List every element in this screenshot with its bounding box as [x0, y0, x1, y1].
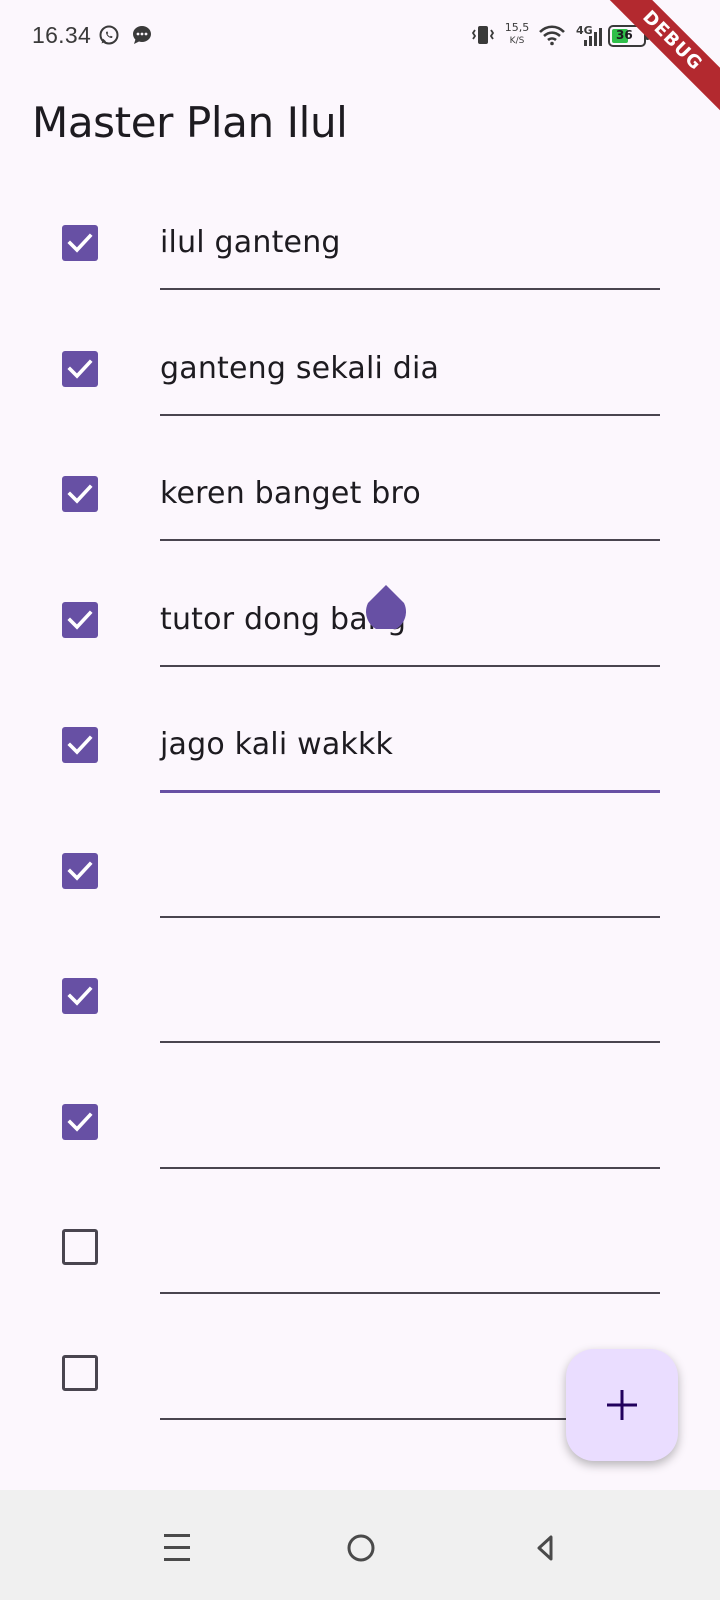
- task-checkbox[interactable]: [62, 1103, 98, 1140]
- back-icon: [537, 1535, 553, 1561]
- task-field-underline: [160, 288, 660, 290]
- task-row: ganteng sekali dia: [0, 306, 720, 432]
- task-field-underline: [160, 915, 660, 918]
- task-checkbox[interactable]: [62, 601, 98, 638]
- task-checkbox[interactable]: [62, 476, 98, 512]
- task-row: [0, 933, 720, 1059]
- task-row: [0, 1059, 720, 1185]
- task-row: keren banget bro: [0, 431, 720, 557]
- task-checkbox[interactable]: [62, 852, 98, 889]
- task-field-underline: [160, 413, 660, 416]
- back-button[interactable]: [508, 1510, 578, 1580]
- check-icon: [67, 860, 93, 881]
- task-text-field[interactable]: jago kali wakkk: [160, 727, 660, 762]
- check-icon: [67, 358, 93, 379]
- add-task-button[interactable]: [566, 1349, 678, 1461]
- task-field-underline: [160, 664, 660, 667]
- task-row: ilul ganteng: [0, 180, 720, 306]
- task-text-field[interactable]: ganteng sekali dia: [160, 351, 660, 386]
- home-button[interactable]: [326, 1510, 396, 1580]
- task-checkbox[interactable]: [62, 350, 98, 387]
- status-bar: 16.34 15,5 K/S 4G 36: [0, 0, 720, 72]
- task-field-underline: [160, 790, 660, 793]
- task-checkbox[interactable]: [62, 727, 98, 763]
- system-nav-bar: [0, 1490, 720, 1600]
- net-speed-unit: K/S: [509, 36, 525, 46]
- check-icon: [67, 735, 93, 755]
- task-row: tutor dong bang: [0, 557, 720, 683]
- net-speed-value: 15,5: [504, 21, 530, 34]
- task-row: jago kali wakkk: [0, 682, 720, 808]
- whatsapp-icon: [98, 24, 120, 46]
- check-icon: [67, 986, 93, 1006]
- check-icon: [67, 233, 93, 253]
- task-field-underline: [160, 1041, 660, 1043]
- check-icon: [67, 484, 93, 504]
- text-cursor-handle[interactable]: [364, 585, 408, 632]
- vibrate-icon: [470, 24, 496, 51]
- message-bubble-icon: [131, 24, 153, 46]
- task-row: [0, 1184, 720, 1310]
- status-time: 16.34: [32, 22, 92, 48]
- recents-button[interactable]: [142, 1510, 212, 1580]
- task-text-field[interactable]: keren banget bro: [160, 476, 660, 511]
- task-field-underline: [160, 1166, 660, 1169]
- recents-icon: [164, 1534, 190, 1561]
- app-screen: 16.34 15,5 K/S 4G 36 DEBUG Master Plan I…: [0, 0, 720, 1600]
- task-row: [0, 808, 720, 934]
- check-icon: [67, 1111, 93, 1132]
- task-checkbox[interactable]: [62, 978, 98, 1014]
- task-text-field[interactable]: tutor dong bang: [160, 602, 660, 637]
- task-checkbox[interactable]: [62, 225, 98, 261]
- home-icon: [347, 1534, 375, 1562]
- page-title: Master Plan Ilul: [32, 98, 348, 147]
- task-field-underline: [160, 539, 660, 541]
- battery-level: 36: [616, 28, 633, 42]
- task-checkbox[interactable]: [62, 1354, 98, 1391]
- task-checkbox[interactable]: [62, 1229, 98, 1265]
- wifi-icon: [538, 24, 566, 51]
- check-icon: [67, 609, 93, 630]
- task-field-underline: [160, 1292, 660, 1294]
- task-text-field[interactable]: ilul ganteng: [160, 225, 660, 260]
- net-speed: 15,5 K/S: [502, 18, 532, 52]
- plus-icon: [607, 1390, 637, 1420]
- task-list: ilul ganteng ganteng sekali dia keren bang…: [0, 180, 720, 1435]
- signal-icon: [582, 24, 602, 53]
